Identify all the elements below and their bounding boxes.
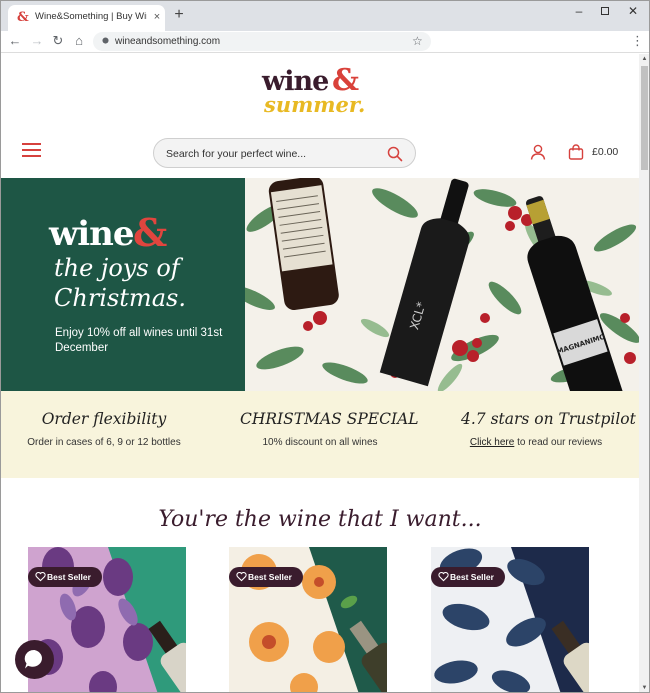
search-icon[interactable]	[387, 146, 403, 162]
product-card[interactable]: Best Seller	[431, 547, 589, 692]
hamburger-line	[22, 149, 41, 151]
usp-trustpilot: 4.7 stars on Trustpilot Click here to re…	[461, 409, 636, 449]
product-card[interactable]: Best Seller	[229, 547, 387, 692]
hamburger-icon[interactable]	[22, 143, 41, 158]
close-window-button[interactable]: ✕	[620, 1, 646, 23]
badge-label: Best Seller	[450, 572, 494, 582]
tab-close-button[interactable]: ×	[151, 10, 163, 24]
minimize-button[interactable]: –	[566, 1, 592, 23]
new-tab-button[interactable]: +	[172, 7, 186, 23]
scroll-down-arrow-icon[interactable]: ▼	[639, 683, 649, 692]
logo-summer-text: summer.	[264, 92, 366, 117]
hero-headline-line1: the joys of	[54, 254, 180, 282]
usp-link-suffix: to read our reviews	[514, 437, 603, 448]
usp-text: Click here to read our reviews	[461, 436, 611, 449]
usp-text: 10% discount on all wines	[262, 437, 378, 448]
hero-brand-ampersand: &	[133, 210, 168, 255]
tab-bar: & Wine&Something | Buy Wine Online × + –…	[1, 1, 649, 31]
chat-button[interactable]	[15, 640, 54, 679]
chat-icon	[24, 649, 42, 669]
search-bar	[153, 138, 416, 168]
hero-image: XCL* MAGNANIMO	[245, 178, 639, 391]
basket-icon[interactable]	[568, 144, 584, 160]
back-button[interactable]: ←	[7, 33, 23, 49]
usp-christmas-special: CHRISTMAS SPECIAL 10% discount on all wi…	[240, 409, 419, 449]
page-scrollbar[interactable]: ▲ ▼	[639, 54, 649, 692]
scroll-up-arrow-icon[interactable]: ▲	[639, 54, 649, 65]
scrollbar-thumb[interactable]	[641, 66, 648, 170]
site-logo[interactable]: wine & summer.	[262, 66, 367, 119]
hero-text-panel: wine & the joys of Christmas. Enjoy 10% …	[1, 178, 245, 391]
home-button[interactable]: ⌂	[71, 33, 87, 49]
url-text: wineandsomething.com	[115, 36, 221, 47]
heart-icon[interactable]	[35, 571, 46, 582]
usp-title: 4.7 stars on Trustpilot	[461, 410, 636, 428]
heart-icon[interactable]	[438, 571, 449, 582]
best-seller-badge: Best Seller	[28, 567, 102, 587]
browser-menu-icon[interactable]: ⋮	[631, 33, 644, 49]
page-viewport: wine & summer. £0.00	[1, 54, 639, 692]
search-input[interactable]	[166, 146, 381, 161]
badge-label: Best Seller	[248, 572, 292, 582]
usp-text: Order in cases of 6, 9 or 12 bottles	[27, 437, 181, 448]
browser-tab[interactable]: & Wine&Something | Buy Wine Online ×	[8, 5, 165, 31]
section-title: You're the wine that I want...	[158, 507, 482, 532]
maximize-button[interactable]	[592, 1, 618, 23]
usp-title: CHRISTMAS SPECIAL	[240, 410, 419, 428]
hamburger-line	[22, 155, 41, 157]
hero-headline-line2: Christmas.	[54, 284, 186, 312]
browser-window: & Wine&Something | Buy Wine Online × + –…	[0, 0, 650, 693]
best-seller-badge: Best Seller	[229, 567, 303, 587]
lock-icon	[102, 37, 109, 44]
hero-offer-text: Enjoy 10% off all wines until 31st Decem…	[55, 327, 223, 354]
maximize-icon	[601, 7, 609, 15]
account-icon[interactable]	[530, 144, 546, 160]
tab-title: Wine&Something | Buy Wine Online	[35, 11, 147, 22]
forward-button[interactable]: →	[29, 33, 45, 49]
usp-order-flexibility: Order flexibility Order in cases of 6, 9…	[27, 409, 181, 449]
bookmark-star-icon[interactable]: ☆	[412, 33, 423, 49]
hamburger-line	[22, 143, 41, 145]
usp-title: Order flexibility	[41, 410, 167, 428]
basket-total[interactable]: £0.00	[592, 146, 618, 159]
best-seller-badge: Best Seller	[431, 567, 505, 587]
address-bar[interactable]: wineandsomething.com ☆	[93, 32, 431, 51]
hero-banner[interactable]: wine & the joys of Christmas. Enjoy 10% …	[1, 178, 639, 391]
trustpilot-reviews-link[interactable]: Click here	[470, 437, 514, 448]
hero-brand-wine: wine	[49, 214, 135, 254]
heart-icon[interactable]	[236, 571, 247, 582]
usp-strip: Order flexibility Order in cases of 6, 9…	[1, 391, 639, 478]
favicon-icon: &	[17, 10, 29, 25]
reload-button[interactable]: ↻	[50, 33, 66, 49]
badge-label: Best Seller	[47, 572, 91, 582]
christmas-wine-illustration: XCL* MAGNANIMO	[245, 178, 639, 391]
browser-toolbar: ← → ↻ ⌂ wineandsomething.com ☆ ⋮	[1, 31, 649, 53]
